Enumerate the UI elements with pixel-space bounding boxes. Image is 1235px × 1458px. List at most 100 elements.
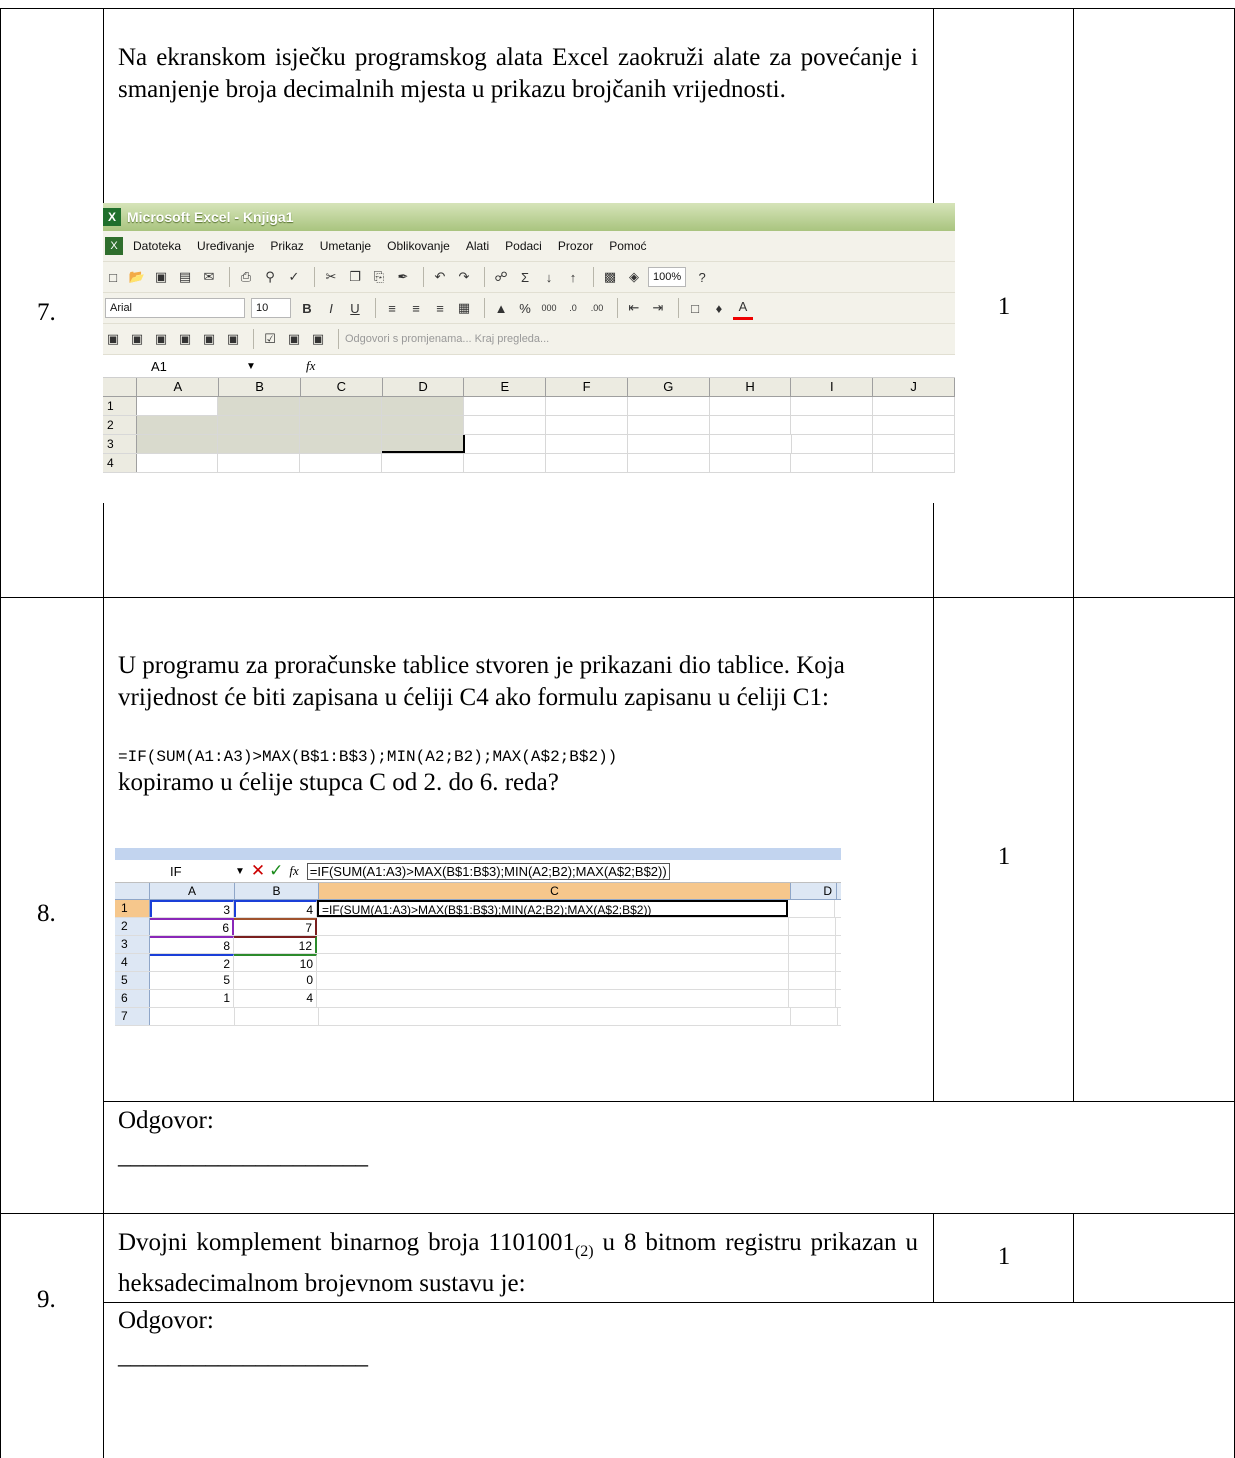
review-icon[interactable]: ▣	[308, 329, 328, 349]
new-icon[interactable]: □	[103, 267, 123, 287]
menu-item[interactable]: Datoteka	[133, 239, 181, 253]
fx-icon[interactable]: fx	[289, 863, 298, 879]
cell[interactable]	[788, 900, 835, 917]
zoom-select[interactable]: 100%	[648, 267, 687, 287]
corner-cell[interactable]	[115, 883, 150, 899]
review-icon[interactable]: ▣	[127, 329, 147, 349]
formula-input[interactable]: =IF(SUM(A1:A3)>MAX(B$1:B$3);MIN(A2;B2);M…	[306, 862, 670, 880]
review-icon[interactable]: ▣	[151, 329, 171, 349]
cell[interactable]	[710, 454, 792, 472]
redo-icon[interactable]: ↷	[454, 267, 474, 287]
cell[interactable]	[218, 454, 301, 472]
answer-line[interactable]: ____________________	[118, 1142, 368, 1170]
selected-cell[interactable]	[136, 416, 219, 434]
increase-indent-icon[interactable]: ⇥	[648, 298, 668, 318]
cell-b6[interactable]: 4	[234, 990, 317, 1007]
format-painter-icon[interactable]: ✒	[393, 267, 413, 287]
cell[interactable]	[300, 454, 383, 472]
selected-cell[interactable]	[381, 435, 465, 453]
cell[interactable]	[628, 416, 710, 434]
cell[interactable]	[791, 416, 874, 434]
percent-style-icon[interactable]: %	[515, 298, 535, 318]
cell-a1[interactable]	[137, 397, 219, 415]
cell[interactable]	[628, 435, 710, 453]
cell-a3[interactable]: 8	[150, 936, 234, 953]
selected-cell[interactable]	[218, 416, 301, 434]
enter-icon[interactable]: ✓	[269, 861, 283, 881]
column-header[interactable]: F	[546, 378, 628, 396]
print-icon[interactable]: ⎙	[236, 267, 256, 287]
column-header[interactable]: A	[137, 378, 220, 396]
chevron-down-icon[interactable]: ▼	[235, 866, 245, 877]
mail-icon[interactable]: ✉	[199, 267, 219, 287]
menu-item[interactable]: Prikaz	[270, 239, 303, 253]
sort-descending-icon[interactable]: ↑	[563, 267, 583, 287]
review-icon[interactable]: ▣	[223, 329, 243, 349]
chevron-down-icon[interactable]: ▼	[246, 361, 306, 372]
row-header[interactable]: 2	[115, 918, 150, 935]
review-icon[interactable]: ☑	[260, 329, 280, 349]
column-header[interactable]: E	[464, 378, 547, 396]
answer-line[interactable]: ____________________	[118, 1342, 368, 1370]
cell[interactable]	[382, 454, 464, 472]
name-box[interactable]: IF	[115, 864, 235, 879]
hyperlink-icon[interactable]: ☍	[491, 267, 511, 287]
menu-item[interactable]: Oblikovanje	[387, 239, 450, 253]
cell[interactable]	[235, 1008, 319, 1025]
selected-cell[interactable]	[136, 435, 219, 453]
cell-b1[interactable]: 4	[234, 900, 317, 917]
column-header[interactable]: C	[301, 378, 383, 396]
column-header[interactable]: J	[873, 378, 955, 396]
permission-icon[interactable]: ▤	[175, 267, 195, 287]
spelling-icon[interactable]: ✓	[284, 267, 304, 287]
cell[interactable]	[789, 990, 836, 1007]
cell[interactable]	[792, 435, 874, 453]
cell[interactable]	[789, 954, 836, 971]
row-header[interactable]: 6	[115, 990, 150, 1007]
menu-item[interactable]: Uređivanje	[197, 239, 254, 253]
cell-b5[interactable]: 0	[234, 972, 317, 989]
selected-cell[interactable]	[218, 397, 301, 415]
cancel-icon[interactable]: ✕	[251, 861, 265, 881]
fx-icon[interactable]: fx	[306, 358, 315, 374]
cell[interactable]	[873, 454, 955, 472]
cell[interactable]	[789, 972, 836, 989]
cell[interactable]	[464, 397, 546, 415]
align-left-icon[interactable]: ≡	[382, 298, 402, 318]
review-icon[interactable]: ▣	[284, 329, 304, 349]
row-header[interactable]: 2	[103, 416, 137, 434]
cell[interactable]	[150, 1008, 235, 1025]
row-header[interactable]: 4	[103, 454, 137, 472]
cell[interactable]	[319, 1008, 791, 1025]
copy-icon[interactable]: ❐	[345, 267, 365, 287]
review-reply-text[interactable]: Odgovori s promjenama... Kraj pregleda..…	[345, 333, 549, 345]
row-header[interactable]: 7	[115, 1008, 150, 1025]
currency-icon[interactable]: ▲	[491, 298, 511, 318]
chart-wizard-icon[interactable]: ▩	[600, 267, 620, 287]
selected-cell[interactable]	[382, 416, 464, 434]
cell[interactable]	[628, 397, 710, 415]
cell[interactable]	[465, 435, 547, 453]
cell[interactable]	[873, 397, 955, 415]
review-icon[interactable]: ▣	[175, 329, 195, 349]
cell[interactable]	[791, 1008, 838, 1025]
menu-item[interactable]: Alati	[466, 239, 489, 253]
cell-a1[interactable]: 3	[150, 900, 234, 917]
merge-center-icon[interactable]: ▦	[454, 298, 474, 318]
comma-style-icon[interactable]: 000	[539, 298, 559, 318]
selected-cell[interactable]	[300, 435, 382, 453]
column-header[interactable]: I	[791, 378, 874, 396]
autosum-icon[interactable]: Σ	[515, 267, 535, 287]
print-preview-icon[interactable]: ⚲	[260, 267, 280, 287]
cell[interactable]	[317, 936, 789, 953]
cell[interactable]	[791, 397, 874, 415]
column-header[interactable]: G	[628, 378, 710, 396]
corner-cell[interactable]	[103, 378, 138, 396]
cell[interactable]	[873, 416, 955, 434]
selected-cell[interactable]	[382, 397, 464, 415]
cut-icon[interactable]: ✂	[321, 267, 341, 287]
cell-b4[interactable]: 10	[234, 954, 317, 971]
cell-a5[interactable]: 5	[150, 972, 234, 989]
selected-cell[interactable]	[300, 416, 383, 434]
cell[interactable]	[464, 416, 546, 434]
